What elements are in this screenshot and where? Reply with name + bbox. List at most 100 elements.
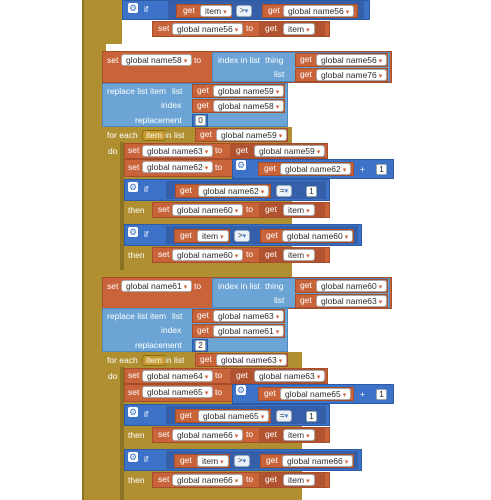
- var-dropdown[interactable]: item ▾: [283, 23, 315, 35]
- var-dropdown[interactable]: global name63 ▾: [316, 295, 388, 307]
- var-dropdown[interactable]: item ▾: [283, 474, 315, 486]
- chevron-down-icon: ▾: [306, 27, 310, 34]
- in-list-label: in list: [165, 355, 185, 365]
- var-value: global name76: [321, 70, 377, 80]
- number-field[interactable]: 1: [376, 164, 387, 175]
- chevron-down-icon: ▾: [278, 358, 283, 365]
- chevron-down-icon: ▾: [344, 234, 349, 241]
- var-dropdown[interactable]: item ▾: [283, 249, 315, 261]
- get-label: get: [300, 54, 312, 64]
- get-label: get: [300, 295, 312, 305]
- replace-list-item-label: replace list item: [107, 86, 167, 96]
- get-label: get: [236, 145, 248, 155]
- loop-var-field[interactable]: item: [142, 130, 167, 141]
- var-dropdown[interactable]: global name65 ▾: [198, 410, 270, 422]
- get-label: get: [183, 5, 195, 15]
- number-field[interactable]: 1: [306, 411, 317, 422]
- var-value: global name63: [221, 355, 277, 365]
- number-field[interactable]: 1: [306, 186, 317, 197]
- var-value: global name63: [321, 296, 377, 306]
- var-value: item: [202, 456, 219, 466]
- var-dropdown[interactable]: global name60 ▾: [316, 280, 388, 292]
- compare-op-dropdown[interactable]: >▾: [234, 230, 251, 242]
- if-label: if: [144, 409, 149, 419]
- chevron-down-icon: ▾: [306, 253, 310, 260]
- chevron-down-icon: ▾: [342, 392, 347, 399]
- set-label: set: [158, 429, 170, 439]
- var-dropdown[interactable]: global name63 ▾: [213, 310, 285, 322]
- var-dropdown[interactable]: global name65 ▾: [142, 386, 214, 398]
- var-dropdown[interactable]: global name66 ▾: [282, 455, 354, 467]
- number-field[interactable]: 0: [195, 115, 206, 126]
- chevron-down-icon: ▾: [220, 234, 224, 241]
- var-dropdown[interactable]: global name56 ▾: [316, 54, 388, 66]
- var-dropdown[interactable]: global name63 ▾: [216, 354, 288, 366]
- compare-op-dropdown[interactable]: =▾: [276, 410, 293, 422]
- gear-icon[interactable]: ⚙: [128, 227, 138, 237]
- var-value: global name62: [285, 164, 341, 174]
- chevron-down-icon: ▾: [342, 167, 347, 174]
- chevron-down-icon: ▾: [183, 284, 188, 291]
- chevron-down-icon: ▾: [204, 165, 209, 172]
- var-dropdown[interactable]: global name60 ▾: [282, 230, 354, 242]
- var-dropdown[interactable]: global name59 ▾: [216, 129, 288, 141]
- if-label: if: [144, 454, 149, 464]
- var-dropdown[interactable]: global name59 ▾: [213, 85, 285, 97]
- gear-icon[interactable]: ⚙: [128, 182, 138, 192]
- var-value: global name63: [259, 371, 315, 381]
- number-field[interactable]: 2: [195, 340, 206, 351]
- to-label: to: [246, 474, 254, 484]
- gear-icon[interactable]: ⚙: [128, 452, 138, 462]
- do-label: do: [108, 371, 118, 381]
- chevron-down-icon: ▾: [306, 208, 310, 215]
- compare-op-dropdown[interactable]: >▾: [236, 5, 253, 17]
- compare-op-dropdown[interactable]: >▾: [234, 455, 251, 467]
- var-value: global name66: [177, 430, 233, 440]
- var-dropdown[interactable]: global name58 ▾: [213, 100, 285, 112]
- var-dropdown[interactable]: global name62 ▾: [280, 163, 352, 175]
- var-value: global name56: [321, 55, 377, 65]
- index-in-list-label: index in list: [218, 55, 261, 65]
- var-dropdown[interactable]: global name61 ▾: [121, 280, 193, 292]
- gear-icon[interactable]: ⚙: [236, 385, 246, 395]
- var-value: global name60: [321, 281, 377, 291]
- var-dropdown[interactable]: item ▾: [197, 230, 229, 242]
- gear-icon[interactable]: ⚙: [128, 407, 138, 417]
- var-dropdown[interactable]: global name66 ▾: [172, 474, 244, 486]
- var-dropdown[interactable]: global name59 ▾: [254, 145, 326, 157]
- var-dropdown[interactable]: global name60 ▾: [172, 249, 244, 261]
- get-label: get: [266, 230, 278, 240]
- index-label: index: [161, 325, 182, 335]
- var-dropdown[interactable]: global name56 ▾: [172, 23, 244, 35]
- var-dropdown[interactable]: item ▾: [283, 204, 315, 216]
- compare-op-dropdown[interactable]: =▾: [276, 185, 293, 197]
- gear-icon[interactable]: ⚙: [128, 3, 138, 13]
- var-dropdown[interactable]: global name62 ▾: [198, 185, 270, 197]
- chevron-down-icon: ▾: [278, 133, 283, 140]
- chevron-down-icon: ▾: [234, 27, 239, 34]
- var-dropdown[interactable]: global name60 ▾: [172, 204, 244, 216]
- set-label: set: [158, 249, 170, 259]
- var-dropdown[interactable]: global name56 ▾: [283, 5, 355, 17]
- var-dropdown[interactable]: global name61 ▾: [213, 325, 285, 337]
- var-dropdown[interactable]: global name64 ▾: [142, 370, 214, 382]
- var-dropdown[interactable]: global name63 ▾: [142, 145, 214, 157]
- chevron-down-icon: ▾: [204, 390, 209, 397]
- var-dropdown[interactable]: global name65 ▾: [280, 388, 352, 400]
- number-field[interactable]: 1: [376, 389, 387, 400]
- then-label: then: [128, 475, 145, 485]
- var-value: global name66: [287, 456, 343, 466]
- var-dropdown[interactable]: global name58 ▾: [121, 54, 193, 66]
- plus-label: +: [360, 389, 365, 399]
- var-dropdown[interactable]: item ▾: [200, 5, 232, 17]
- var-dropdown[interactable]: global name63 ▾: [254, 370, 326, 382]
- gear-icon[interactable]: ⚙: [236, 160, 246, 170]
- var-dropdown[interactable]: global name76 ▾: [316, 69, 388, 81]
- var-dropdown[interactable]: global name66 ▾: [172, 429, 244, 441]
- get-label: get: [197, 310, 209, 320]
- var-dropdown[interactable]: item ▾: [197, 455, 229, 467]
- var-dropdown[interactable]: item ▾: [283, 429, 315, 441]
- var-dropdown[interactable]: global name62 ▾: [142, 161, 214, 173]
- if-block-top[interactable]: [102, 0, 122, 44]
- loop-var-field[interactable]: item: [142, 355, 167, 366]
